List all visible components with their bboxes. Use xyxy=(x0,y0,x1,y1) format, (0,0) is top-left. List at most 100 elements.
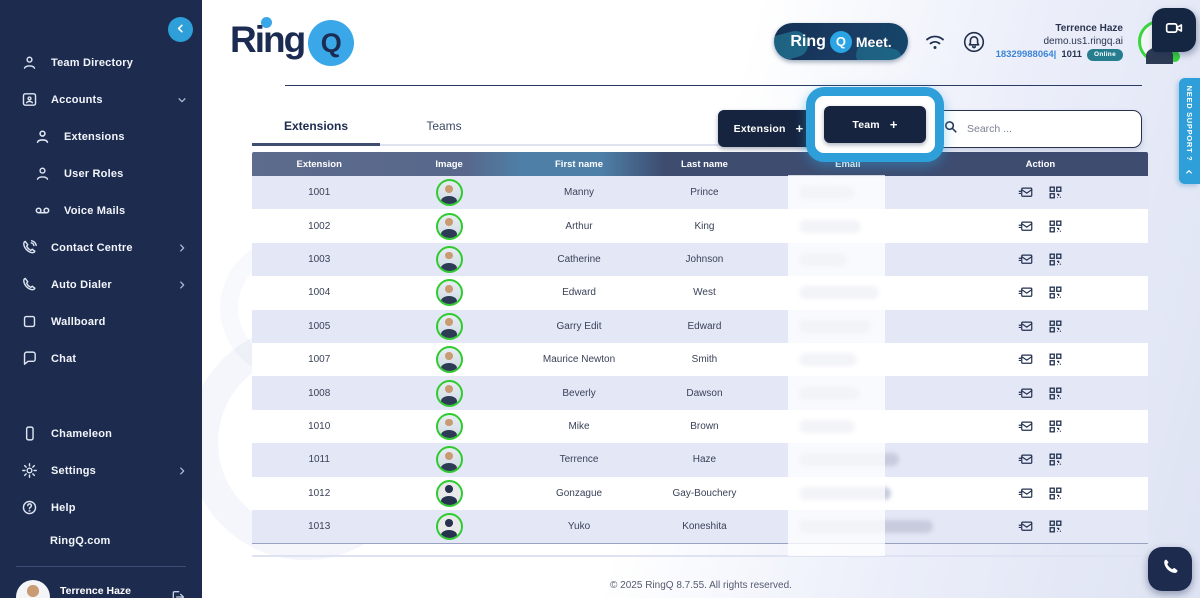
send-email-icon[interactable] xyxy=(1018,352,1033,367)
table-row[interactable]: 1011 Terrence Haze xyxy=(252,443,1148,476)
send-email-icon[interactable] xyxy=(1018,219,1033,234)
sidebar-item-team-directory[interactable]: Team Directory xyxy=(0,44,202,81)
extension-cell: 1003 xyxy=(252,254,386,265)
sidebar-item-user-roles[interactable]: User Roles xyxy=(0,155,202,192)
person-icon xyxy=(33,164,52,183)
sidebar-item-chat[interactable]: Chat xyxy=(0,340,202,377)
table-row[interactable]: 1004 Edward West xyxy=(252,276,1148,309)
sidebar-collapse-button[interactable] xyxy=(168,17,193,42)
video-call-button[interactable] xyxy=(1152,8,1196,52)
wifi-status-icon[interactable] xyxy=(923,30,947,54)
ringq-meet-button[interactable]: Ring Q Meet. xyxy=(774,23,908,60)
redacted-email xyxy=(799,353,857,366)
qr-code-icon[interactable] xyxy=(1048,452,1063,467)
first-name-cell: Catherine xyxy=(512,254,646,265)
qr-code-icon[interactable] xyxy=(1048,319,1063,334)
header-divider xyxy=(285,85,1142,86)
logo-q-bubble: Q xyxy=(308,20,354,66)
table-row[interactable]: 1007 Maurice Newton Smith xyxy=(252,343,1148,376)
chevron-right-icon xyxy=(177,280,187,290)
table-row[interactable]: 1013 Yuko Koneshita xyxy=(252,510,1148,543)
qr-code-icon[interactable] xyxy=(1048,185,1063,200)
sidebar-user-card[interactable]: Terrence Haze demo.us1.ringq.ai xyxy=(0,567,202,598)
last-name-cell: Edward xyxy=(646,321,762,332)
column-header-first-name: First name xyxy=(512,159,646,170)
table-row[interactable]: 1002 Arthur King xyxy=(252,209,1148,242)
qr-code-icon[interactable] xyxy=(1048,419,1063,434)
last-name-cell: Johnson xyxy=(646,254,762,265)
sidebar-item-contact-centre[interactable]: Contact Centre xyxy=(0,229,202,266)
last-name-cell: Brown xyxy=(646,421,762,432)
extensions-table: Extension Image First name Last name Ema… xyxy=(252,152,1148,544)
notifications-bell-icon[interactable] xyxy=(962,30,986,54)
chevron-down-icon xyxy=(177,95,187,105)
team-button-highlight: Team + xyxy=(806,87,944,162)
avatar xyxy=(436,313,463,340)
table-row[interactable]: 1010 Mike Brown xyxy=(252,410,1148,443)
sidebar-item-help[interactable]: Help xyxy=(0,489,202,526)
header-user-info[interactable]: Terrence Haze demo.us1.ringq.ai 18329988… xyxy=(1001,22,1123,61)
avatar xyxy=(436,179,463,206)
qr-code-icon[interactable] xyxy=(1048,285,1063,300)
table-row[interactable]: 1008 Beverly Dawson xyxy=(252,376,1148,409)
wallboard-icon xyxy=(20,312,39,331)
first-name-cell: Yuko xyxy=(512,521,646,532)
table-row[interactable]: 1003 Catherine Johnson xyxy=(252,243,1148,276)
sidebar-item-auto-dialer[interactable]: Auto Dialer xyxy=(0,266,202,303)
sidebar-item-extensions[interactable]: Extensions xyxy=(0,118,202,155)
footer-copyright: © 2025 RingQ 8.7.55. All rights reserved… xyxy=(202,580,1200,591)
last-name-cell: Haze xyxy=(646,454,762,465)
tab-bar: Extensions Teams xyxy=(252,110,772,146)
redacted-email xyxy=(799,186,855,199)
send-email-icon[interactable] xyxy=(1018,452,1033,467)
sidebar-item-chameleon[interactable]: Chameleon xyxy=(0,415,202,452)
chevron-right-icon xyxy=(177,243,187,253)
user-domain: demo.us1.ringq.ai xyxy=(1001,35,1123,48)
ringq-logo[interactable]: Ring Q xyxy=(230,16,354,66)
dialer-fab-button[interactable] xyxy=(1148,547,1192,591)
tab-teams[interactable]: Teams xyxy=(380,110,508,144)
need-support-tab[interactable]: NEED SUPPORT ? xyxy=(1179,78,1200,184)
send-email-icon[interactable] xyxy=(1018,419,1033,434)
add-team-button[interactable]: Team + xyxy=(824,106,926,143)
qr-code-icon[interactable] xyxy=(1048,519,1063,534)
sidebar-item-ringq-com[interactable]: RingQ.com xyxy=(0,526,202,556)
sidebar-item-accounts[interactable]: Accounts xyxy=(0,81,202,118)
sidebar-item-wallboard[interactable]: Wallboard xyxy=(0,303,202,340)
sidebar: Team Directory Accounts Extensions User … xyxy=(0,0,202,598)
mobile-icon xyxy=(20,424,39,443)
redacted-email xyxy=(799,220,861,233)
phone-waves-icon xyxy=(20,238,39,257)
send-email-icon[interactable] xyxy=(1018,386,1033,401)
voicemail-icon xyxy=(33,201,52,220)
qr-code-icon[interactable] xyxy=(1048,386,1063,401)
qr-code-icon[interactable] xyxy=(1048,352,1063,367)
sidebar-item-voice-mails[interactable]: Voice Mails xyxy=(0,192,202,229)
support-tab-label: NEED SUPPORT ? xyxy=(1185,86,1194,162)
help-icon xyxy=(20,498,39,517)
search-input[interactable] xyxy=(967,123,1129,135)
last-name-cell: Gay-Bouchery xyxy=(646,488,762,499)
table-row[interactable]: 1005 Garry Edit Edward xyxy=(252,310,1148,343)
qr-code-icon[interactable] xyxy=(1048,252,1063,267)
table-row[interactable]: 1012 Gonzague Gay-Bouchery xyxy=(252,477,1148,510)
qr-code-icon[interactable] xyxy=(1048,486,1063,501)
phone-icon xyxy=(1161,557,1180,581)
first-name-cell: Beverly xyxy=(512,388,646,399)
avatar xyxy=(436,380,463,407)
logout-icon[interactable] xyxy=(170,589,186,598)
table-row[interactable]: 1001 Manny Prince xyxy=(252,176,1148,209)
tab-extensions[interactable]: Extensions xyxy=(252,110,380,146)
qr-code-icon[interactable] xyxy=(1048,219,1063,234)
send-email-icon[interactable] xyxy=(1018,185,1033,200)
person-icon xyxy=(20,53,39,72)
extension-cell: 1002 xyxy=(252,221,386,232)
add-extension-button[interactable]: Extension + xyxy=(718,110,819,147)
send-email-icon[interactable] xyxy=(1018,486,1033,501)
send-email-icon[interactable] xyxy=(1018,319,1033,334)
search-icon xyxy=(943,119,958,139)
send-email-icon[interactable] xyxy=(1018,252,1033,267)
send-email-icon[interactable] xyxy=(1018,519,1033,534)
send-email-icon[interactable] xyxy=(1018,285,1033,300)
sidebar-item-settings[interactable]: Settings xyxy=(0,452,202,489)
